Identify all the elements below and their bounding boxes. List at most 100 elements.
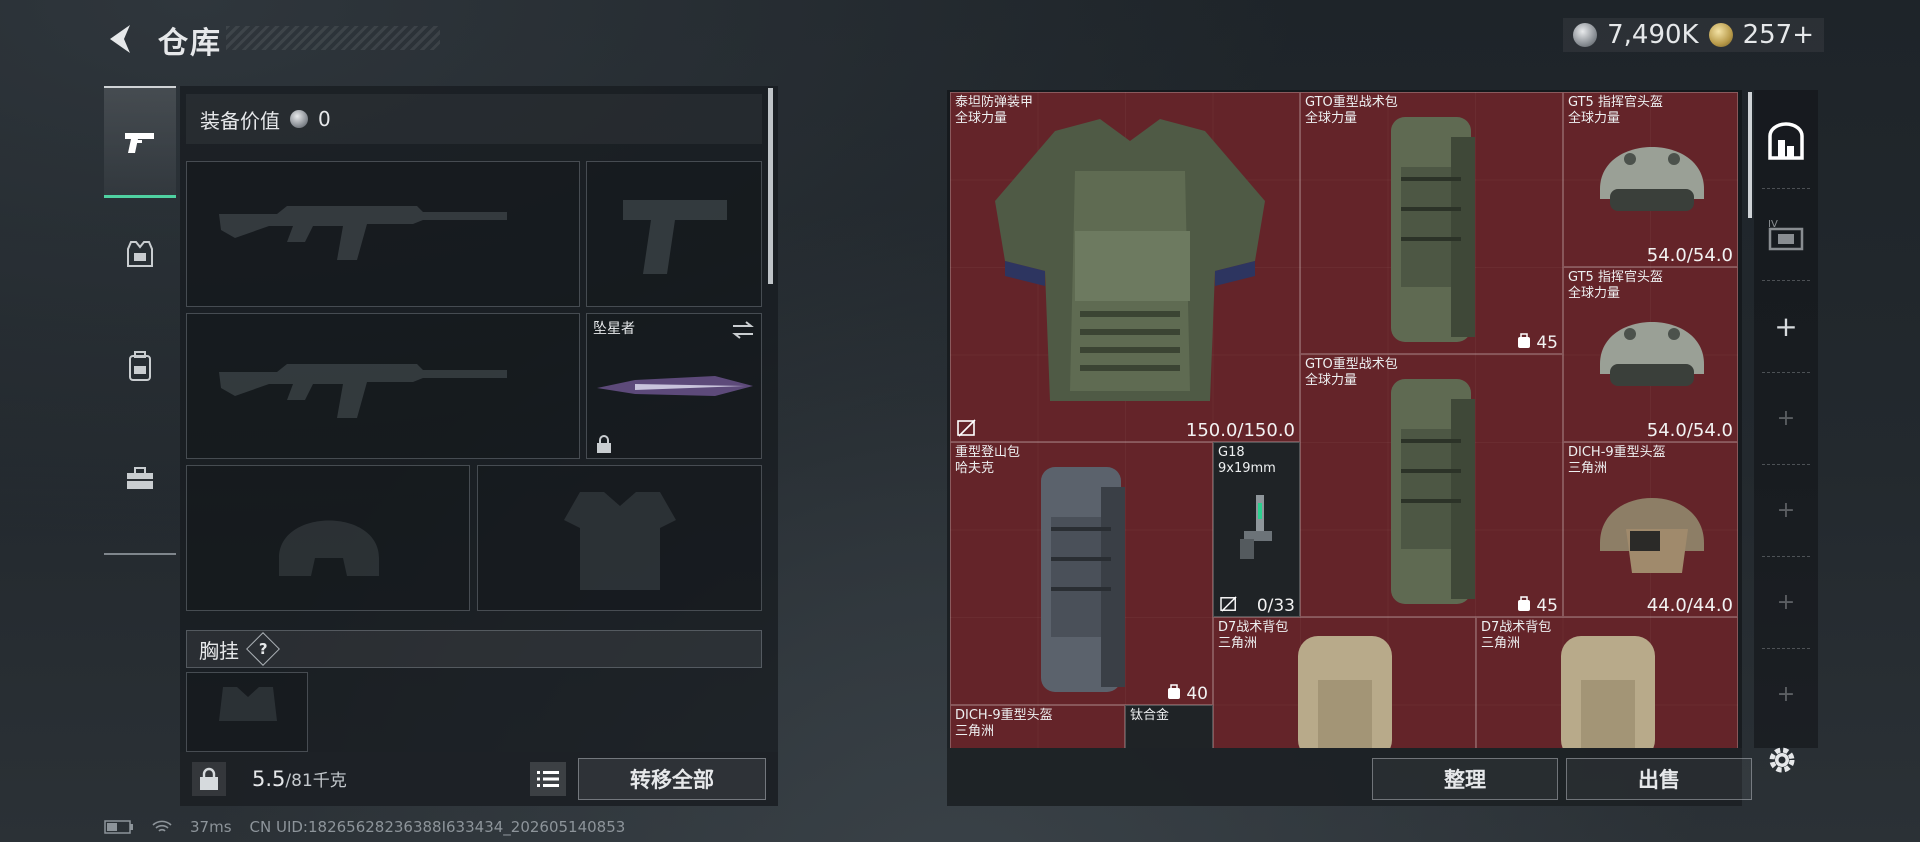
add-stash-page-button[interactable]: + <box>1754 280 1818 372</box>
tab-backpack[interactable] <box>104 310 176 422</box>
melee-name: 坠星者 <box>593 321 635 337</box>
stash-scrollbar[interactable] <box>1748 92 1752 218</box>
item-durability: 54.0/54.0 <box>1646 245 1733 266</box>
primary-weapon-slot[interactable] <box>186 161 580 307</box>
help-button[interactable]: ? <box>246 632 280 666</box>
stash-item-d7-pack[interactable]: D7战术背包 三角洲 <box>1476 617 1738 748</box>
stash-item-gt5-helmet[interactable]: GT5 指挥官头盔 全球力量 54.0/54.0 <box>1563 267 1738 442</box>
weight-readout: 5.5/81千克 <box>252 766 347 791</box>
sort-button[interactable]: 整理 <box>1372 758 1558 800</box>
item-capacity: 45 <box>1536 596 1558 616</box>
equipment-value-label: 装备价值 <box>200 108 280 133</box>
rifle-silhouette-icon <box>219 364 507 418</box>
backpack-image <box>1391 379 1475 604</box>
stash-item-gto-bag[interactable]: GTO重型战术包 全球力量 45 <box>1300 354 1563 617</box>
swap-icon[interactable] <box>731 320 755 340</box>
category-tabs <box>104 86 176 556</box>
plus-icon: + <box>1774 309 1798 343</box>
gold-balance: 257+ <box>1742 20 1814 50</box>
item-name: DICH-9重型头盔 三角洲 <box>955 708 1053 739</box>
armor-slot[interactable] <box>477 465 762 611</box>
chest-rig-slot[interactable] <box>186 672 308 752</box>
backpack-image <box>1298 636 1392 748</box>
user-uid: CN UID:18265628236388I633434_20260514085… <box>249 818 626 836</box>
sidearm-slot[interactable] <box>586 161 762 307</box>
chest-rig-silhouette-icon <box>219 687 277 721</box>
pistol-image <box>1240 495 1272 559</box>
rifle-silhouette-icon <box>219 206 507 260</box>
stash-page-main[interactable] <box>1754 96 1818 188</box>
stash-item-d7-pack[interactable]: D7战术背包 三角洲 <box>1213 617 1476 748</box>
stash-item-g18[interactable]: G18 9x19mm 0/33 <box>1213 442 1300 617</box>
weight-lock-button[interactable] <box>192 762 226 796</box>
locked-stash-page[interactable]: + <box>1754 372 1818 464</box>
stash-home-icon <box>1768 122 1804 160</box>
capacity-icon <box>1168 684 1180 699</box>
item-name: 重型登山包 哈夫克 <box>955 445 1021 476</box>
backpack-image <box>1561 636 1655 748</box>
helmet-image <box>1600 498 1704 573</box>
stash-item-heavy-hiking-pack[interactable]: 重型登山包 哈夫克 40 <box>950 442 1213 705</box>
item-capacity: 45 <box>1536 333 1558 353</box>
item-durability: 44.0/44.0 <box>1646 595 1733 616</box>
tab-armor[interactable] <box>104 198 176 310</box>
melee-slot[interactable]: 坠星者 <box>586 313 762 459</box>
chest-rig-label: 胸挂 <box>199 638 239 663</box>
plus-icon: + <box>1776 681 1796 707</box>
stash-item-gto-bag[interactable]: GTO重型战术包 全球力量 45 <box>1300 92 1563 354</box>
weight-current: 5.5 <box>252 767 286 791</box>
transfer-all-button[interactable]: 转移全部 <box>578 758 766 800</box>
stash-item-gt5-helmet[interactable]: GT5 指挥官头盔 全球力量 54.0/54.0 <box>1563 92 1738 267</box>
helmet-slot[interactable] <box>186 465 470 611</box>
knife-icon <box>597 376 753 396</box>
helmet-image <box>1600 147 1704 211</box>
item-name: D7战术背包 三角洲 <box>1218 620 1289 651</box>
stash-item-titan-armor[interactable]: 泰坦防弹装甲 全球力量 150.0/150.0 <box>950 92 1300 442</box>
tab-toolbox[interactable] <box>104 422 176 534</box>
back-button[interactable] <box>104 22 138 56</box>
pistol-silhouette-icon <box>623 200 727 274</box>
silver-balance: 7,490K <box>1607 20 1699 50</box>
ammo-icon <box>1220 596 1237 612</box>
locked-stash-page[interactable]: + <box>1754 648 1818 740</box>
pistol-icon <box>125 132 154 153</box>
stash-grid: 泰坦防弹装甲 全球力量 150.0/150.0 GTO重型战术包 全球力量 45… <box>950 92 1738 748</box>
capacity-icon <box>1518 333 1530 348</box>
status-bar: 37ms CN UID:18265628236388I633434_202605… <box>104 818 625 836</box>
currency-bar: 7,490K 257+ <box>1563 18 1824 52</box>
list-icon <box>537 771 559 787</box>
locked-stash-page[interactable]: + <box>1754 464 1818 556</box>
equipment-value: 0 <box>318 107 331 131</box>
backpack-image <box>1041 467 1125 692</box>
lock-icon <box>200 767 218 790</box>
helmet-image <box>1600 322 1704 386</box>
equipment-value-bar: 装备价值 0 <box>186 94 762 144</box>
list-view-button[interactable] <box>530 762 566 796</box>
stash-item-dich9-helmet[interactable]: DICH-9重型头盔 三角洲 44.0/44.0 <box>1563 442 1738 617</box>
secondary-weapon-slot[interactable] <box>186 313 580 459</box>
page-title: 仓库 <box>158 26 222 61</box>
item-durability: 150.0/150.0 <box>1185 420 1295 441</box>
item-durability: 54.0/54.0 <box>1646 420 1733 441</box>
ping-readout: 37ms <box>190 818 232 836</box>
item-name: D7战术背包 三角洲 <box>1481 620 1552 651</box>
equipment-scrollbar[interactable] <box>768 88 773 284</box>
backpack-image <box>1391 117 1475 342</box>
helmet-silhouette-icon <box>279 520 379 576</box>
stash-item-titanium[interactable]: 钛合金 <box>1125 705 1213 748</box>
back-arrow-icon <box>110 25 130 53</box>
toolbox-icon <box>127 467 153 489</box>
tabs-divider <box>104 553 176 555</box>
plus-icon: + <box>1776 497 1796 523</box>
sell-button[interactable]: 出售 <box>1566 758 1752 800</box>
plus-icon: + <box>1776 405 1796 431</box>
item-name: G18 9x19mm <box>1218 445 1276 476</box>
stash-page-container[interactable]: IV <box>1754 188 1818 280</box>
item-capacity: 40 <box>1186 684 1208 704</box>
locked-stash-page[interactable]: + <box>1754 556 1818 648</box>
stash-item-dich9-helmet[interactable]: DICH-9重型头盔 三角洲 <box>950 705 1125 748</box>
settings-button[interactable] <box>1764 742 1804 782</box>
gear-icon <box>1769 747 1795 773</box>
gold-coin-icon <box>1708 23 1733 47</box>
tab-weapons[interactable] <box>104 86 176 198</box>
